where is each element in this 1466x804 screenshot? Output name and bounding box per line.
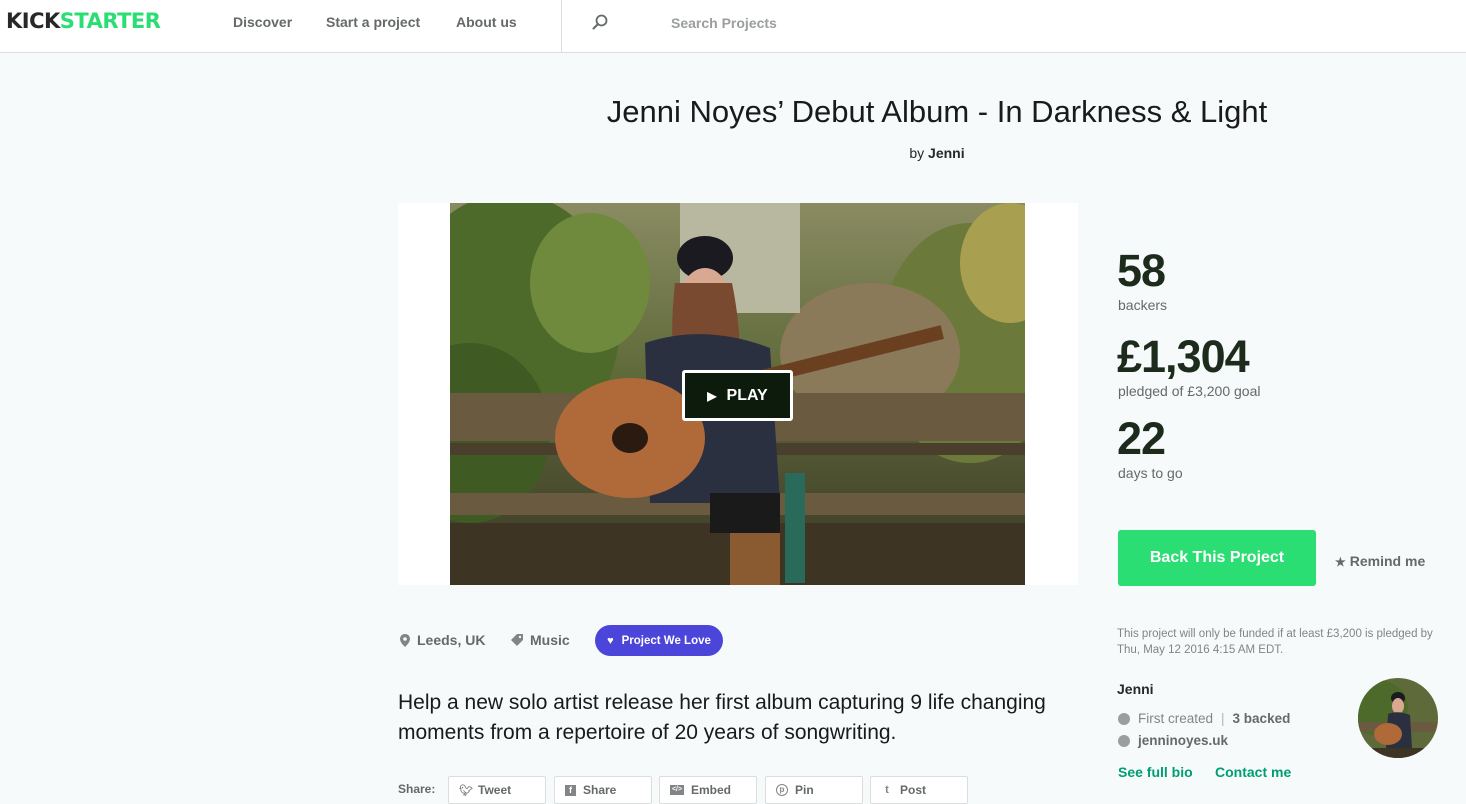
location-tag[interactable]: Leeds, UK [400, 632, 485, 648]
days-label: days to go [1118, 465, 1183, 481]
category-label: Music [530, 632, 570, 648]
project-we-love-badge[interactable]: ♥ Project We Love [595, 625, 723, 656]
see-full-bio-link[interactable]: See full bio [1118, 764, 1193, 780]
remind-me-button[interactable]: ★ Remind me [1335, 553, 1425, 569]
nav-about-us[interactable]: About us [456, 14, 517, 30]
funding-note: This project will only be funded if at l… [1117, 628, 1433, 656]
nav-discover[interactable]: Discover [233, 14, 292, 30]
badge-label: Project We Love [621, 634, 711, 647]
back-project-button[interactable]: Back This Project [1118, 530, 1316, 586]
twitter-icon: 🐦︎ [459, 784, 473, 797]
backers-count: 58 [1117, 245, 1166, 296]
post-label: Post [900, 783, 927, 797]
project-byline: by Jenni [398, 145, 1436, 161]
embed-label: Embed [691, 783, 732, 797]
location-pin-icon [400, 633, 410, 647]
share-btn-label: Share [583, 783, 617, 797]
contact-me-link[interactable]: Contact me [1215, 764, 1291, 780]
share-label: Share: [398, 782, 436, 796]
creator-avatar[interactable] [1358, 678, 1438, 758]
play-icon: ▶ [707, 388, 717, 403]
nav-start-project[interactable]: Start a project [326, 14, 420, 30]
pinterest-icon: p [776, 784, 788, 796]
creator-link[interactable]: Jenni [928, 145, 965, 161]
history-icon [1118, 712, 1130, 725]
search-icon[interactable] [591, 13, 609, 31]
tag-icon [511, 634, 523, 646]
project-title: Jenni Noyes’ Debut Album - In Darkness &… [606, 94, 1268, 129]
nav-divider [561, 0, 562, 53]
backers-label: backers [1118, 297, 1168, 313]
pledged-label: pledged of £3,200 goal [1118, 383, 1261, 399]
play-label: PLAY [726, 386, 768, 404]
star-icon: ★ [1335, 555, 1346, 569]
avatar-image [1358, 678, 1438, 758]
embed-icon: </> [670, 785, 684, 795]
creator-website[interactable]: jenninoyes.uk [1118, 733, 1228, 748]
tweet-button[interactable]: 🐦︎ Tweet [448, 776, 546, 804]
play-button[interactable]: ▶ PLAY [682, 370, 793, 421]
pin-label: Pin [795, 783, 814, 797]
facebook-share-button[interactable]: f Share [554, 776, 652, 804]
globe-icon [1118, 734, 1130, 747]
creator-history: First created | 3 backed [1118, 711, 1290, 726]
pledged-amount: £1,304 [1117, 331, 1250, 382]
days-count: 22 [1117, 413, 1166, 464]
byline-prefix: by [909, 145, 925, 161]
kickstarter-logo[interactable]: KICKSTARTER [6, 9, 161, 33]
separator: | [1221, 711, 1225, 726]
project-video[interactable]: ▶ PLAY [398, 203, 1078, 585]
first-created-text: First created [1138, 711, 1214, 726]
project-blurb: Help a new solo artist release her first… [398, 691, 1046, 744]
website-link[interactable]: jenninoyes.uk [1138, 733, 1228, 748]
backed-count[interactable]: 3 backed [1233, 711, 1291, 726]
creator-name[interactable]: Jenni [1117, 681, 1154, 697]
pin-button[interactable]: p Pin [765, 776, 863, 804]
location-label: Leeds, UK [417, 632, 486, 648]
tumblr-icon: t [885, 784, 889, 796]
site-header: KICKSTARTER Discover Start a project Abo… [0, 0, 1466, 53]
search-input[interactable] [660, 10, 1260, 36]
heart-icon: ♥ [607, 634, 614, 647]
remind-label: Remind me [1349, 553, 1426, 569]
category-tag[interactable]: Music [511, 632, 570, 648]
tweet-label: Tweet [478, 783, 512, 797]
tumblr-post-button[interactable]: t Post [870, 776, 968, 804]
embed-button[interactable]: </> Embed [659, 776, 757, 804]
facebook-icon: f [565, 784, 576, 796]
